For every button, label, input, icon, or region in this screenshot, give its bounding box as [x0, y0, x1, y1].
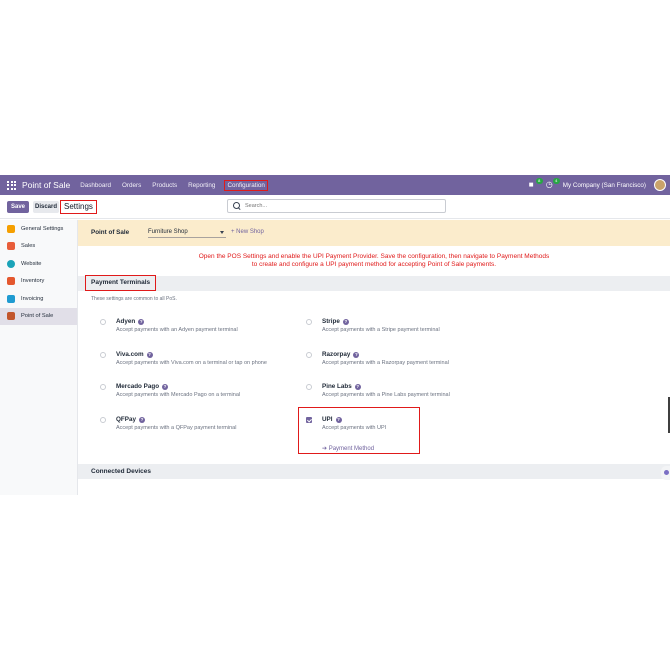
control-panel: Save Discard Settings	[0, 195, 670, 219]
setting-description: Accept payments with Mercado Pago on a t…	[116, 392, 241, 398]
setting-description: Accept payments with a Razorpay payment …	[322, 360, 449, 366]
setting-description: Accept payments with an Adyen payment te…	[116, 327, 238, 333]
setting-title: Mercado Pago?	[116, 383, 169, 390]
discard-button[interactable]: Discard	[33, 201, 59, 213]
pine-labs-checkbox[interactable]	[306, 384, 312, 390]
sidebar-item-label: Point of Sale	[21, 313, 54, 320]
app-frame: Point of Sale Dashboard Orders Products …	[0, 175, 670, 495]
setting-title: QFPay?	[116, 416, 145, 423]
stripe-checkbox[interactable]	[306, 319, 312, 325]
settings-main: Point of Sale Furniture Shop + New Shop …	[78, 220, 670, 495]
help-icon[interactable]: ?	[138, 318, 145, 325]
sidebar-item-label: Sales	[21, 243, 36, 250]
sidebar-item-label: General Settings	[21, 225, 64, 232]
pos-label: Point of Sale	[91, 229, 130, 236]
messages-count-badge: 8	[535, 178, 543, 184]
task-instruction: Open the POS Settings and enable the UPI…	[78, 253, 670, 269]
help-icon[interactable]: ?	[353, 351, 360, 358]
payment-terminals-description: These settings are common to all PoS.	[91, 296, 177, 302]
razorpay-checkbox[interactable]	[306, 352, 312, 358]
invoicing-icon	[7, 294, 15, 303]
menu-reporting[interactable]: Reporting	[186, 180, 217, 191]
instruction-line-2: to create and configure a UPI payment me…	[251, 261, 497, 268]
sidebar-item-label: Inventory	[21, 278, 45, 285]
inventory-icon	[7, 277, 15, 286]
qfpay-checkbox[interactable]	[100, 417, 106, 423]
payment-terminals-title: Payment Terminals	[91, 279, 151, 286]
help-icon[interactable]: ?	[342, 318, 349, 325]
point-of-sale-icon	[7, 312, 15, 321]
setting-title: Adyen?	[116, 318, 145, 325]
connected-devices-header: Connected Devices	[78, 464, 670, 479]
new-shop-link[interactable]: + New Shop	[231, 229, 264, 235]
main-menu: Dashboard Orders Products Reporting Conf…	[78, 179, 268, 191]
sidebar-item-inventory[interactable]: Inventory	[0, 273, 77, 291]
help-icon[interactable]: ?	[162, 383, 169, 390]
payment-terminals-header: Payment Terminals	[78, 275, 670, 291]
sidebar-item-label: Website	[21, 260, 42, 267]
sidebar-item-general-settings[interactable]: General Settings	[0, 220, 77, 238]
upi-highlight-box	[298, 407, 420, 454]
setting-description: Accept payments with a Stripe payment te…	[322, 327, 440, 333]
app-title[interactable]: Point of Sale	[22, 180, 70, 190]
help-icon[interactable]: ?	[146, 351, 153, 358]
pos-shop-select[interactable]: Furniture Shop	[148, 227, 226, 238]
clock-icon: ◷	[545, 180, 553, 189]
sidebar-item-point-of-sale[interactable]: Point of Sale	[0, 307, 77, 325]
search-icon	[233, 202, 241, 210]
chat-icon: ■	[528, 180, 534, 189]
search-input[interactable]	[245, 203, 425, 209]
setting-title: Razorpay?	[322, 351, 360, 358]
viva-com-checkbox[interactable]	[100, 352, 106, 358]
payment-terminals-title-box: Payment Terminals	[85, 275, 157, 291]
navbar-systray: ■ 8 ◷ 4 My Company (San Francisco)	[529, 175, 666, 195]
apps-grid-icon[interactable]	[7, 180, 16, 190]
pos-selector-banner: Point of Sale Furniture Shop + New Shop	[78, 220, 670, 246]
assistant-bubble-icon[interactable]	[661, 466, 670, 480]
sidebar-item-website[interactable]: Website	[0, 255, 77, 273]
instruction-line-1: Open the POS Settings and enable the UPI…	[198, 253, 550, 260]
connected-devices-title: Connected Devices	[91, 468, 151, 475]
setting-title: Pine Labs?	[322, 383, 361, 390]
company-switcher[interactable]: My Company (San Francisco)	[563, 182, 646, 189]
sidebar-item-label: Invoicing	[21, 295, 44, 302]
sidebar-item-invoicing[interactable]: Invoicing	[0, 290, 77, 308]
activities-count-badge: 4	[552, 178, 560, 184]
setting-title: Stripe?	[322, 318, 349, 325]
setting-description: Accept payments with Viva.com on a termi…	[116, 360, 267, 366]
menu-products[interactable]: Products	[150, 180, 179, 191]
general-settings-icon	[7, 224, 15, 233]
search-box[interactable]	[227, 199, 446, 213]
help-icon[interactable]: ?	[354, 383, 361, 390]
save-button[interactable]: Save	[7, 201, 29, 213]
menu-orders[interactable]: Orders	[120, 180, 143, 191]
activities-button[interactable]: ◷ 4	[545, 178, 560, 189]
caret-down-icon	[220, 231, 224, 234]
sidebar-item-sales[interactable]: Sales	[0, 238, 77, 256]
website-icon	[7, 259, 15, 268]
setting-description: Accept payments with a Pine Labs payment…	[322, 392, 450, 398]
settings-sidebar: General Settings Sales Website Inventory…	[0, 220, 78, 495]
mercado-pago-checkbox[interactable]	[100, 384, 106, 390]
messages-button[interactable]: ■ 8	[528, 178, 543, 189]
sales-icon	[7, 242, 15, 251]
setting-description: Accept payments with a QFPay payment ter…	[116, 425, 237, 431]
adyen-checkbox[interactable]	[100, 319, 106, 325]
breadcrumb-settings: Settings	[60, 200, 97, 214]
top-navbar: Point of Sale Dashboard Orders Products …	[0, 175, 670, 195]
pos-shop-value: Furniture Shop	[148, 229, 188, 235]
help-icon[interactable]: ?	[138, 416, 145, 423]
setting-title: Viva.com?	[116, 351, 153, 358]
user-avatar[interactable]	[654, 179, 666, 191]
menu-dashboard[interactable]: Dashboard	[78, 180, 113, 191]
menu-configuration[interactable]: Configuration	[224, 179, 268, 191]
